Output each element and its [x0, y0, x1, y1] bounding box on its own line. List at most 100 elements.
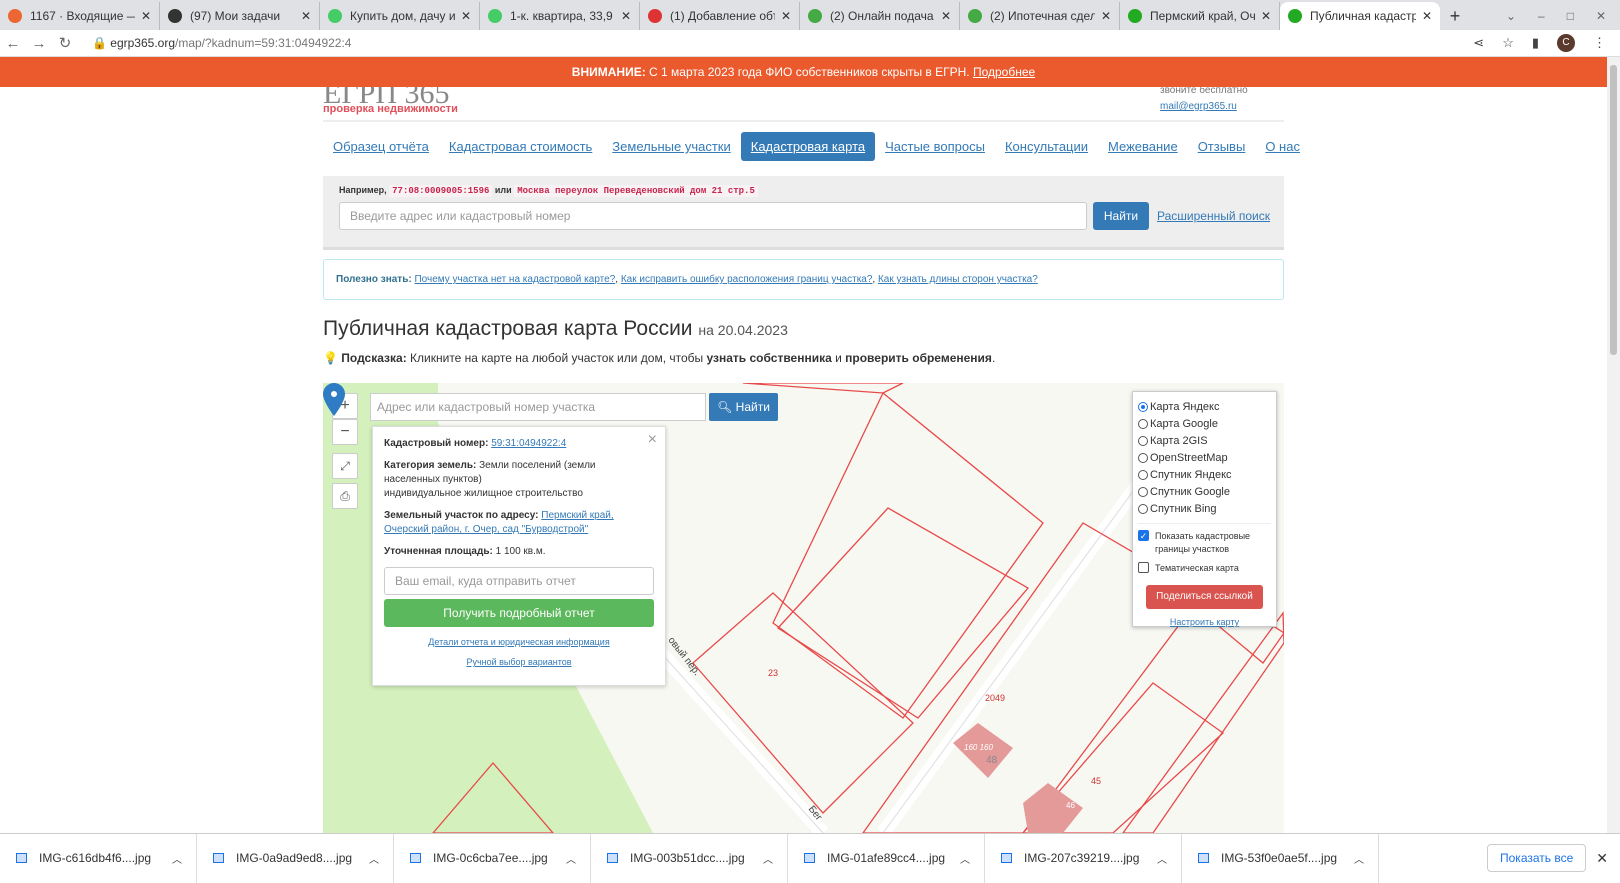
tab-search-icon[interactable]: ⌄ [1506, 9, 1516, 23]
download-item[interactable]: IMG-53f0e0ae5f....jpg ︿ [1182, 833, 1379, 883]
useful-link[interactable]: Как исправить ошибку расположения границ… [621, 274, 873, 285]
useful-link[interactable]: Почему участка нет на кадастровой карте? [414, 274, 615, 285]
thematic-checkbox[interactable]: Тематическая карта [1138, 562, 1271, 575]
nav-item[interactable]: Консультации [995, 132, 1098, 161]
banner-link[interactable]: Подробнее [973, 65, 1035, 79]
download-item[interactable]: IMG-003b51dcc....jpg ︿ [591, 833, 788, 883]
radio-button[interactable] [1138, 503, 1148, 514]
search-input[interactable]: Введите адрес или кадастровый номер [339, 202, 1087, 230]
browser-tab[interactable]: (1) Добавление объ ✕ [640, 2, 800, 30]
browser-tab[interactable]: (2) Онлайн подача з ✕ [800, 2, 960, 30]
configure-map-link[interactable]: Настроить карту [1138, 617, 1271, 627]
search-button[interactable]: Найти [1093, 202, 1149, 230]
nav-item[interactable]: Образец отчёта [323, 132, 439, 161]
fullscreen-icon[interactable]: ⤢ [332, 453, 358, 479]
email-link[interactable]: mail@egrp365.ru [1160, 101, 1237, 112]
zoom-out-button[interactable]: − [332, 419, 358, 445]
layer-option[interactable]: Карта 2GIS [1138, 432, 1271, 449]
show-borders-checkbox[interactable]: ✓ Показать кадастровые границы участков [1138, 530, 1271, 556]
close-tab-icon[interactable]: ✕ [781, 9, 791, 23]
checkbox[interactable]: ✓ [1138, 530, 1149, 541]
radio-button[interactable] [1138, 452, 1148, 463]
example-address[interactable]: Москва переулок Переведеновский дом 21 с… [514, 185, 758, 197]
close-tab-icon[interactable]: ✕ [621, 9, 631, 23]
nav-item[interactable]: Частые вопросы [875, 132, 995, 161]
download-item[interactable]: IMG-0a9ad9ed8....jpg ︿ [197, 833, 394, 883]
chevron-up-icon[interactable]: ︿ [172, 851, 182, 866]
checkbox[interactable] [1138, 562, 1149, 573]
nav-item[interactable]: Отзывы [1188, 132, 1256, 161]
share-link-button[interactable]: Поделиться ссылкой [1146, 585, 1263, 609]
nav-item[interactable]: Кадастровая стоимость [439, 132, 602, 161]
nav-item[interactable]: Кадастровая карта [740, 132, 876, 161]
layer-option[interactable]: Карта Google [1138, 415, 1271, 432]
maximize-icon[interactable]: □ [1567, 9, 1574, 23]
close-tab-icon[interactable]: ✕ [1261, 9, 1271, 23]
star-icon[interactable]: ☆ [1502, 35, 1514, 51]
browser-tab[interactable]: Пермский край, Оче ✕ [1120, 2, 1280, 30]
close-icon[interactable]: ✕ [1596, 850, 1608, 867]
avatar[interactable]: C [1557, 34, 1575, 52]
kadnum-link[interactable]: 59:31:0494922:4 [491, 438, 566, 449]
layer-option[interactable]: Спутник Яндекс [1138, 466, 1271, 483]
layer-option[interactable]: Спутник Google [1138, 483, 1271, 500]
scroll-thumb[interactable] [1610, 65, 1617, 355]
close-tab-icon[interactable]: ✕ [301, 9, 311, 23]
map-search-button[interactable]: 🔍︎ Найти [709, 393, 778, 421]
chevron-up-icon[interactable]: ︿ [1354, 851, 1364, 866]
email-input[interactable]: Ваш email, куда отправить отчет [384, 567, 654, 595]
show-all-button[interactable]: Показать все [1487, 844, 1587, 872]
radio-button[interactable] [1138, 469, 1148, 480]
share-icon[interactable]: ⋖ [1473, 35, 1484, 51]
radio-button[interactable] [1138, 486, 1148, 497]
close-tab-icon[interactable]: ✕ [941, 9, 951, 23]
chevron-up-icon[interactable]: ︿ [566, 851, 576, 866]
example-kadnum[interactable]: 77:08:0009005:1596 [389, 185, 493, 197]
sidepanel-icon[interactable]: ▮ [1532, 35, 1539, 51]
useful-link[interactable]: Как узнать длины сторон участка? [878, 274, 1038, 285]
browser-tab[interactable]: (2) Ипотечная сдел ✕ [960, 2, 1120, 30]
manual-select-link[interactable]: Ручной выбор вариантов [466, 657, 571, 667]
layer-option[interactable]: Карта Яндекс [1138, 398, 1271, 415]
minimize-icon[interactable]: – [1538, 9, 1545, 23]
radio-button[interactable] [1138, 418, 1148, 429]
browser-tab[interactable]: Публичная кадастр ✕ [1280, 2, 1440, 30]
nav-item[interactable]: О нас [1255, 132, 1310, 161]
details-link[interactable]: Детали отчета и юридическая информация [428, 637, 609, 647]
chevron-up-icon[interactable]: ︿ [763, 851, 773, 866]
download-item[interactable]: IMG-01afe89cc4....jpg ︿ [788, 833, 985, 883]
chevron-up-icon[interactable]: ︿ [1157, 851, 1167, 866]
browser-tab[interactable]: 1-к. квартира, 33,9 м ✕ [480, 2, 640, 30]
close-tab-icon[interactable]: ✕ [1101, 9, 1111, 23]
close-tab-icon[interactable]: ✕ [461, 9, 471, 23]
chevron-up-icon[interactable]: ︿ [369, 851, 379, 866]
layer-option[interactable]: Спутник Bing [1138, 500, 1271, 517]
menu-icon[interactable]: ⋮ [1593, 35, 1606, 51]
nav-item[interactable]: Земельные участки [602, 132, 740, 161]
advanced-search-link[interactable]: Расширенный поиск [1157, 209, 1270, 223]
download-item[interactable]: IMG-c616db4f6....jpg ︿ [0, 833, 197, 883]
forward-icon[interactable]: → [26, 35, 52, 52]
back-icon[interactable]: ← [0, 35, 26, 52]
radio-button[interactable] [1138, 435, 1148, 446]
browser-tab[interactable]: (97) Мои задачи ✕ [160, 2, 320, 30]
close-tab-icon[interactable]: ✕ [141, 9, 151, 23]
layer-option[interactable]: OpenStreetMap [1138, 449, 1271, 466]
nav-item[interactable]: Межевание [1098, 132, 1188, 161]
close-tab-icon[interactable]: ✕ [1422, 9, 1432, 23]
chevron-up-icon[interactable]: ︿ [960, 851, 970, 866]
reload-icon[interactable]: ↻ [52, 34, 78, 52]
cadastral-map[interactable]: 23 2049 160 160 48 45 46 овый пер. Бег +… [323, 383, 1284, 833]
map-search-input[interactable]: Адрес или кадастровый номер участка [370, 393, 706, 421]
close-icon[interactable]: × [648, 431, 657, 449]
browser-tab[interactable]: Купить дом, дачу и л ✕ [320, 2, 480, 30]
new-tab-button[interactable]: + [1440, 2, 1470, 30]
print-icon[interactable]: ⎙ [332, 483, 358, 509]
download-item[interactable]: IMG-0c6cba7ee....jpg ︿ [394, 833, 591, 883]
url-field[interactable]: 🔒 egrp365.org/map/?kadnum=59:31:0494922:… [92, 36, 351, 50]
browser-tab[interactable]: 1167 · Входящие — Я ✕ [0, 2, 160, 30]
close-window-icon[interactable]: ✕ [1596, 9, 1606, 23]
radio-button[interactable] [1138, 401, 1148, 412]
page-scrollbar[interactable] [1607, 57, 1620, 833]
get-report-button[interactable]: Получить подробный отчет [384, 599, 654, 627]
